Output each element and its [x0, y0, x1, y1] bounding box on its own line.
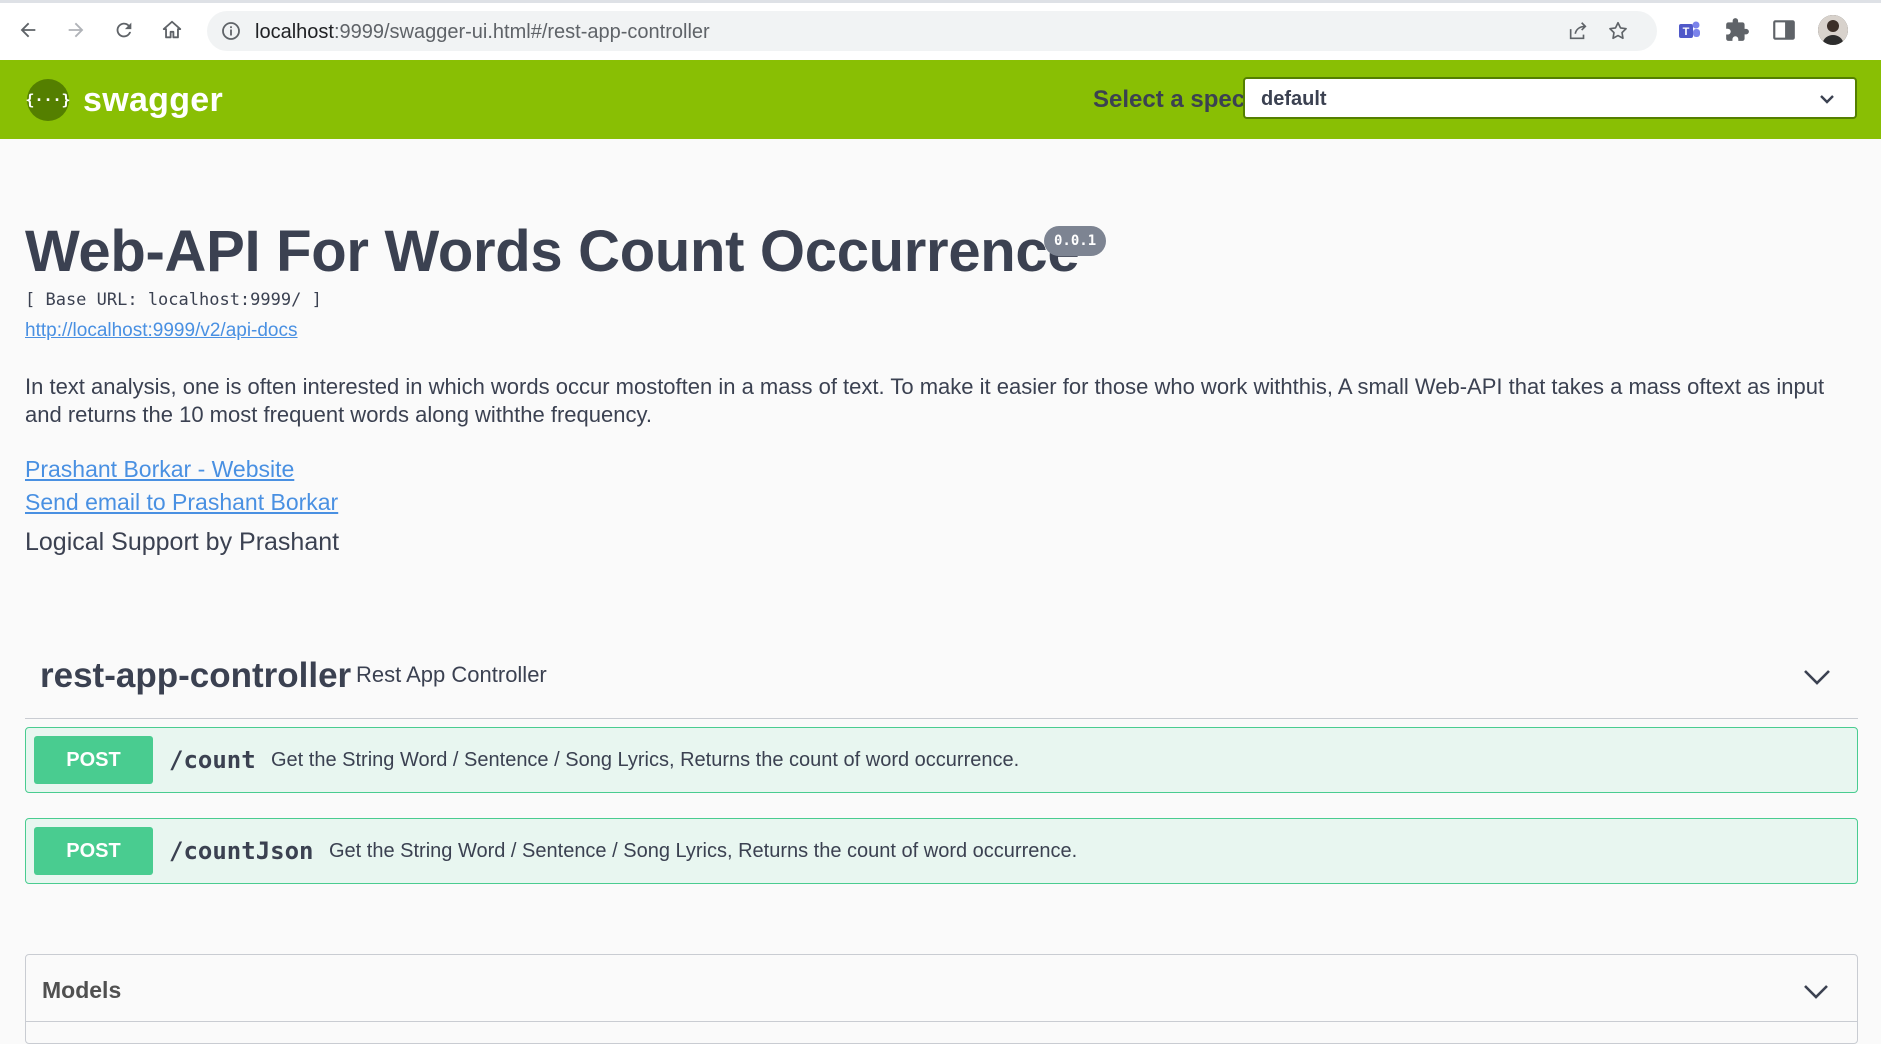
- spec-select-label: Select a spec: [1093, 86, 1246, 113]
- bookmark-star-icon[interactable]: [1607, 20, 1629, 42]
- website-link[interactable]: Prashant Borkar - Website: [25, 456, 294, 483]
- base-url: [ Base URL: localhost:9999/ ]: [25, 290, 322, 310]
- chevron-down-icon[interactable]: [1800, 975, 1832, 1007]
- tag-name: rest-app-controller: [40, 656, 352, 695]
- side-panel-icon[interactable]: [1771, 17, 1797, 43]
- url-text[interactable]: localhost:9999/swagger-ui.html#/rest-app…: [255, 21, 710, 44]
- support-text: Logical Support by Prashant: [25, 528, 340, 556]
- spec-select-value: default: [1261, 88, 1327, 110]
- arrow-left-icon: [20, 22, 36, 38]
- chevron-down-icon: [1820, 95, 1834, 104]
- svg-text:T: T: [1683, 26, 1690, 38]
- forward-button[interactable]: [60, 14, 92, 46]
- operation-path: /count: [169, 746, 256, 774]
- models-title: Models: [42, 977, 122, 1003]
- version-badge: 0.0.1: [1044, 226, 1107, 256]
- swagger-topbar: {···} swagger Select a spec default: [0, 60, 1881, 139]
- swagger-logo-icon: {···}: [25, 79, 71, 121]
- share-icon[interactable]: [1567, 20, 1589, 42]
- spec-select[interactable]: default: [1243, 77, 1857, 119]
- operation-summary: Get the String Word / Sentence / Song Ly…: [271, 749, 1020, 771]
- teams-extension-icon[interactable]: T: [1676, 17, 1702, 43]
- profile-avatar[interactable]: [1818, 15, 1848, 45]
- arrow-right-icon: [68, 22, 84, 38]
- url-host: localhost: [255, 21, 334, 43]
- opblock-post-count[interactable]: POST /count Get the String Word / Senten…: [25, 727, 1858, 793]
- browser-toolbar: localhost:9999/swagger-ui.html#/rest-app…: [0, 0, 1881, 61]
- tag-header-rest-app-controller[interactable]: rest-app-controller Rest App Controller: [25, 648, 1858, 719]
- extensions-puzzle-icon[interactable]: [1724, 17, 1750, 43]
- operation-path: /countJson: [169, 837, 314, 865]
- url-path: :9999/swagger-ui.html#/rest-app-controll…: [333, 21, 710, 43]
- models-divider: [26, 1021, 1857, 1022]
- info-icon[interactable]: [221, 21, 241, 41]
- method-badge-post: POST: [34, 736, 153, 784]
- home-button[interactable]: [156, 14, 188, 46]
- swagger-logo[interactable]: {···} swagger: [25, 78, 224, 122]
- person-icon: [1818, 15, 1848, 45]
- home-icon: [162, 20, 182, 39]
- api-title: Web-API For Words Count Occurrence: [25, 219, 1080, 284]
- api-description: In text analysis, one is often intereste…: [25, 374, 1825, 427]
- tag-description: Rest App Controller: [356, 662, 547, 687]
- chevron-down-icon[interactable]: [1801, 660, 1833, 692]
- email-link[interactable]: Send email to Prashant Borkar: [25, 489, 338, 516]
- reload-button[interactable]: [108, 14, 140, 46]
- swagger-logo-text: swagger: [83, 80, 224, 119]
- tab-strip: [0, 0, 1881, 3]
- method-badge-post: POST: [34, 827, 153, 875]
- back-button[interactable]: [12, 14, 44, 46]
- reload-icon: [116, 22, 132, 38]
- api-docs-link[interactable]: http://localhost:9999/v2/api-docs: [25, 320, 298, 342]
- operation-summary: Get the String Word / Sentence / Song Ly…: [329, 840, 1078, 862]
- address-bar[interactable]: localhost:9999/swagger-ui.html#/rest-app…: [207, 11, 1657, 51]
- models-section[interactable]: Models: [25, 954, 1858, 1044]
- opblock-post-countjson[interactable]: POST /countJson Get the String Word / Se…: [25, 818, 1858, 884]
